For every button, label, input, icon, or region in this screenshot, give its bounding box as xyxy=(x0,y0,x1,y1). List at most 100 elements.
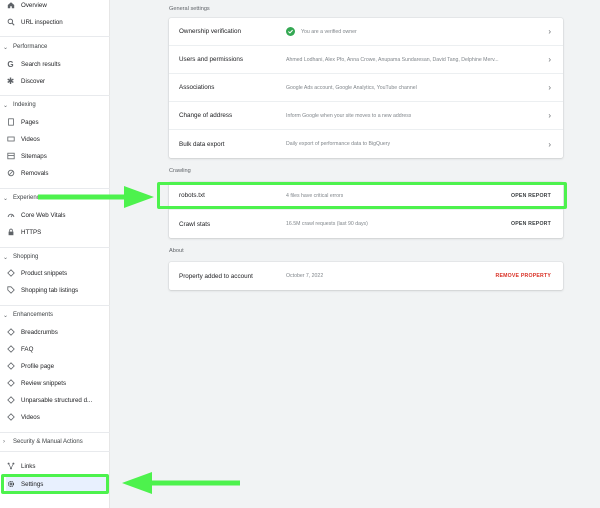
row-label: Associations xyxy=(179,84,215,91)
row-label: Users and permissions xyxy=(179,56,244,63)
sidebar-item-search-results[interactable]: G Search results xyxy=(6,57,61,71)
diamond-icon xyxy=(6,396,15,405)
row-value: 16.5M crawl requests (last 90 days) xyxy=(286,221,368,227)
sidebar-item-https[interactable]: HTTPS xyxy=(6,225,41,239)
sidebar-item-label: Breadcrumbs xyxy=(21,328,58,336)
home-icon xyxy=(6,1,15,10)
sidebar-section-title: Security & Manual Actions xyxy=(13,439,83,445)
row-value: Google Ads account, Google Analytics, Yo… xyxy=(286,84,417,91)
sidebar-item-label: Search results xyxy=(21,60,61,68)
sidebar-item-label: Product snippets xyxy=(21,269,68,277)
sidebar-item-breadcrumbs[interactable]: Breadcrumbs xyxy=(6,325,58,339)
row-value: Daily export of performance data to BigQ… xyxy=(286,141,391,147)
sidebar-item-shopping-tab-listings[interactable]: Shopping tab listings xyxy=(6,283,78,297)
about-heading: About xyxy=(169,248,184,254)
sidebar-item-label: Videos xyxy=(21,135,40,143)
chevron-down-icon: ⌄ xyxy=(3,44,9,51)
sidebar-item-label: URL inspection xyxy=(21,18,63,26)
chevron-down-icon: ⌄ xyxy=(3,195,9,202)
chevron-right-icon: › xyxy=(548,27,551,36)
sidebar-divider xyxy=(0,95,110,96)
pages-icon xyxy=(6,118,15,127)
sidebar-item-label: Pages xyxy=(21,118,39,126)
chevron-right-icon: › xyxy=(548,111,551,120)
gauge-icon xyxy=(6,211,15,220)
diamond-icon xyxy=(6,379,15,388)
sidebar-item-label: Links xyxy=(21,462,36,470)
verified-owner-text: You are a verified owner xyxy=(301,28,357,35)
sidebar-section-enhancements[interactable]: ⌄ Enhancements xyxy=(3,310,53,320)
sidebar-item-videos[interactable]: Videos xyxy=(6,132,40,146)
sidebar-item-label: Profile page xyxy=(21,362,55,370)
sidebar-item-enhancement-videos[interactable]: Videos xyxy=(6,410,40,424)
sitemap-icon xyxy=(6,152,15,161)
sidebar-item-profile-page[interactable]: Profile page xyxy=(6,359,54,373)
sidebar-section-title: Performance xyxy=(13,44,48,50)
sidebar: Overview URL inspection ⌄ Performance G … xyxy=(0,0,110,508)
sidebar-item-discover[interactable]: ✱ Discover xyxy=(6,74,45,88)
sidebar-item-label: Core Web Vitals xyxy=(21,211,66,219)
sidebar-item-product-snippets[interactable]: Product snippets xyxy=(6,266,67,280)
chevron-right-icon: › xyxy=(548,139,551,149)
sidebar-item-removals[interactable]: Removals xyxy=(6,166,49,180)
row-value: You are a verified owner xyxy=(286,27,357,36)
check-circle-icon xyxy=(286,27,295,36)
sidebar-item-sitemaps[interactable]: Sitemaps xyxy=(6,149,47,163)
sidebar-section-performance[interactable]: ⌄ Performance xyxy=(3,42,47,52)
sidebar-item-review-snippets[interactable]: Review snippets xyxy=(6,376,66,390)
sidebar-item-links[interactable]: Links xyxy=(6,459,35,473)
sidebar-section-title: Enhancements xyxy=(13,312,54,318)
sidebar-item-label: HTTPS xyxy=(21,228,42,236)
sidebar-section-shopping[interactable]: ⌄ Shopping xyxy=(3,252,38,262)
search-icon xyxy=(6,18,15,27)
row-bulk-data-export[interactable]: Bulk data export Daily export of perform… xyxy=(169,130,563,158)
arrow-to-robots-txt xyxy=(38,186,154,208)
tag-icon xyxy=(6,286,15,295)
diamond-icon xyxy=(6,345,15,354)
sidebar-item-url-inspection[interactable]: URL inspection xyxy=(6,15,63,29)
google-g-icon: G xyxy=(7,59,14,69)
row-label: Crawl stats xyxy=(179,220,211,228)
sidebar-item-overview[interactable]: Overview xyxy=(6,0,47,12)
sidebar-section-indexing[interactable]: ⌄ Indexing xyxy=(3,100,36,110)
row-associations[interactable]: Associations Google Ads account, Google … xyxy=(169,74,563,102)
chevron-down-icon: ⌄ xyxy=(3,102,9,109)
sidebar-item-label: Discover xyxy=(21,77,46,85)
asterisk-icon: ✱ xyxy=(6,75,15,86)
sidebar-divider xyxy=(0,432,110,433)
row-ownership-verification[interactable]: Ownership verification You are a verifie… xyxy=(169,18,563,46)
general-settings-card: Ownership verification You are a verifie… xyxy=(169,18,563,158)
chevron-right-icon: › xyxy=(548,83,551,92)
remove-property-button[interactable]: REMOVE PROPERTY xyxy=(496,273,551,279)
row-crawl-stats[interactable]: Crawl stats 16.5M crawl requests (last 9… xyxy=(169,210,563,238)
sidebar-item-core-web-vitals[interactable]: Core Web Vitals xyxy=(6,208,65,222)
sidebar-item-label: Review snippets xyxy=(21,379,67,387)
chevron-right-icon: › xyxy=(3,439,5,445)
sidebar-item-unparsable-structured-data[interactable]: Unparsable structured d... xyxy=(6,393,92,407)
main-content: General settings Ownership verification … xyxy=(110,0,600,508)
sidebar-divider xyxy=(0,451,110,452)
open-report-button[interactable]: OPEN REPORT xyxy=(511,221,551,227)
sidebar-item-label: Sitemaps xyxy=(21,152,47,160)
diamond-icon xyxy=(6,328,15,337)
row-value: October 7, 2022 xyxy=(286,273,324,279)
robots-txt-highlight-box xyxy=(157,182,567,209)
sidebar-item-pages[interactable]: Pages xyxy=(6,115,39,129)
row-users-and-permissions[interactable]: Users and permissions Ahmed Lodhani, Ale… xyxy=(169,46,563,74)
sidebar-section-title: Indexing xyxy=(13,102,36,108)
row-value: Ahmed Lodhani, Alex Pfo, Anna Crowe, Anu… xyxy=(286,56,499,63)
sidebar-item-faq[interactable]: FAQ xyxy=(6,342,33,356)
diamond-icon xyxy=(6,413,15,422)
chevron-down-icon: ⌄ xyxy=(3,254,9,261)
row-label: Property added to account xyxy=(179,272,253,280)
row-change-of-address[interactable]: Change of address Inform Google when you… xyxy=(169,102,563,130)
chevron-right-icon: › xyxy=(548,55,551,64)
sidebar-divider xyxy=(0,305,110,306)
removals-icon xyxy=(6,169,15,178)
sidebar-item-label: Videos xyxy=(21,413,40,421)
sidebar-section-security[interactable]: › Security & Manual Actions xyxy=(3,437,83,447)
lock-icon xyxy=(6,228,15,237)
row-value: Inform Google when your site moves to a … xyxy=(286,112,412,119)
settings-highlight-box xyxy=(1,474,109,494)
row-label: Change of address xyxy=(179,112,233,119)
